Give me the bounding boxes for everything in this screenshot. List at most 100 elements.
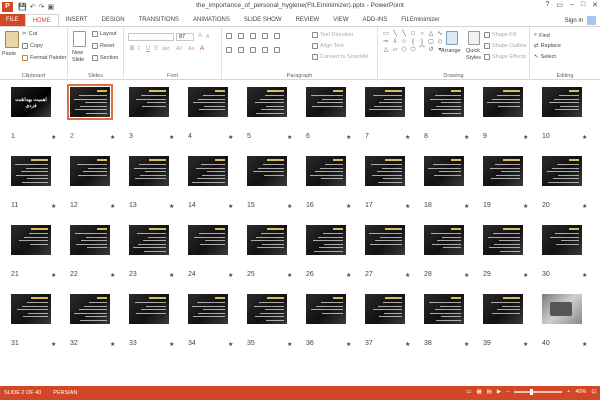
zoom-in-button[interactable]: + [567, 389, 570, 395]
numbering-icon[interactable] [238, 33, 244, 39]
slide-thumbnail[interactable] [129, 294, 169, 324]
transition-star-icon[interactable]: ★ [228, 272, 233, 279]
slide-thumbnail[interactable] [188, 294, 228, 324]
character-spacing-button[interactable]: AV [176, 46, 182, 52]
columns-icon[interactable] [274, 47, 280, 53]
transition-star-icon[interactable]: ★ [110, 341, 115, 348]
slide-thumbnail[interactable] [542, 294, 582, 324]
shape-b-icon[interactable]: ▱ [391, 47, 399, 54]
align-center-icon[interactable] [238, 47, 244, 53]
slide-thumbnail[interactable] [483, 156, 523, 186]
slide-thumbnail[interactable] [424, 87, 464, 117]
zoom-slider[interactable] [514, 389, 563, 395]
transition-star-icon[interactable]: ★ [464, 203, 469, 210]
maximize-button[interactable]: □ [581, 1, 585, 9]
transition-star-icon[interactable]: ★ [523, 341, 528, 348]
transition-star-icon[interactable]: ★ [287, 341, 292, 348]
transition-star-icon[interactable]: ★ [405, 272, 410, 279]
shape-fill-button[interactable]: Shape Fill [484, 32, 516, 38]
cut-button[interactable]: ✂ Cut [22, 31, 37, 37]
slide-thumbnail[interactable] [306, 156, 346, 186]
shrink-font-icon[interactable]: A [206, 34, 209, 40]
tab-animations[interactable]: ANIMATIONS [186, 14, 237, 26]
slide-thumbnail[interactable] [483, 225, 523, 255]
bullets-icon[interactable] [226, 33, 232, 39]
shape-e-icon[interactable]: ⌒ [418, 47, 426, 54]
shape-line2-icon[interactable]: ╲ [400, 31, 408, 38]
zoom-slider-thumb[interactable] [530, 389, 534, 395]
shape-effects-button[interactable]: Shape Effects [484, 54, 526, 60]
fit-slide-icon[interactable]: ⊡ [591, 389, 596, 395]
zoom-level[interactable]: 40% [575, 389, 586, 395]
section-button[interactable]: Section [92, 55, 118, 61]
slide-thumbnail[interactable] [70, 294, 110, 324]
transition-star-icon[interactable]: ★ [228, 341, 233, 348]
slide-thumbnail[interactable] [247, 156, 287, 186]
tab-file[interactable]: FILE [0, 14, 25, 26]
shape-arrow2-icon[interactable]: ⇩ [391, 39, 399, 46]
start-slideshow-icon[interactable]: ▣ [47, 3, 54, 11]
undo-icon[interactable]: ↶ [30, 3, 36, 11]
slide-thumbnail[interactable] [542, 225, 582, 255]
slide-thumbnail[interactable] [188, 225, 228, 255]
shape-d-icon[interactable]: ⬡ [409, 47, 417, 54]
slide-thumbnail[interactable]: اهمیت بهداشت فردی [11, 87, 51, 117]
transition-star-icon[interactable]: ★ [287, 203, 292, 210]
transition-star-icon[interactable]: ★ [346, 203, 351, 210]
strikethrough-button[interactable]: S [154, 46, 158, 52]
select-button[interactable]: ↖ Select [534, 54, 556, 60]
transition-star-icon[interactable]: ★ [51, 134, 56, 141]
transition-star-icon[interactable]: ★ [169, 203, 174, 210]
underline-button[interactable]: U [146, 46, 150, 52]
tab-home[interactable]: HOME [24, 14, 59, 26]
slide-thumbnail[interactable] [129, 87, 169, 117]
slide-thumbnail[interactable] [70, 225, 110, 255]
align-right-icon[interactable] [250, 47, 256, 53]
transition-star-icon[interactable]: ★ [110, 272, 115, 279]
reset-button[interactable]: Reset [92, 43, 114, 49]
transition-star-icon[interactable]: ★ [169, 134, 174, 141]
italic-button[interactable]: I [138, 46, 140, 52]
transition-star-icon[interactable]: ★ [405, 341, 410, 348]
tab-view[interactable]: VIEW [326, 14, 355, 26]
paste-icon[interactable] [5, 31, 19, 48]
shape-c-icon[interactable]: ⬠ [400, 47, 408, 54]
justify-icon[interactable] [262, 47, 268, 53]
slide-thumbnail[interactable] [365, 87, 405, 117]
transition-star-icon[interactable]: ★ [51, 341, 56, 348]
transition-star-icon[interactable]: ★ [464, 341, 469, 348]
convert-smartart-button[interactable]: Convert to SmartArt [312, 54, 369, 60]
slide-thumbnail[interactable] [365, 225, 405, 255]
text-shadow-button[interactable]: abc [162, 46, 170, 52]
slide-thumbnail[interactable] [483, 87, 523, 117]
new-slide-button[interactable]: New [72, 50, 83, 56]
slide-thumbnail[interactable] [306, 87, 346, 117]
align-text-button[interactable]: Align Text [312, 43, 344, 49]
transition-star-icon[interactable]: ★ [346, 341, 351, 348]
sorter-view-icon[interactable]: ▦ [476, 389, 481, 395]
slide-thumbnail[interactable] [306, 294, 346, 324]
shape-rect-icon[interactable]: □ [409, 31, 417, 38]
shape-rounded-icon[interactable]: ▢ [427, 39, 435, 46]
slide-thumbnail[interactable] [129, 156, 169, 186]
tab-design[interactable]: DESIGN [95, 14, 132, 26]
transition-star-icon[interactable]: ★ [51, 272, 56, 279]
shape-outline-button[interactable]: Shape Outline [484, 43, 527, 49]
shape-callout-icon[interactable]: ◇ [436, 39, 444, 46]
transition-star-icon[interactable]: ★ [405, 203, 410, 210]
layout-button[interactable]: Layout [92, 31, 117, 37]
zoom-out-button[interactable]: – [506, 389, 509, 395]
help-button[interactable]: ? [545, 1, 549, 9]
ribbon-display-button[interactable]: ▭ [556, 1, 563, 9]
slide-thumbnail[interactable] [542, 87, 582, 117]
shape-oval-icon[interactable]: ○ [418, 31, 426, 38]
transition-star-icon[interactable]: ★ [346, 272, 351, 279]
shape-a-icon[interactable]: △ [382, 47, 390, 54]
transition-star-icon[interactable]: ★ [228, 203, 233, 210]
transition-star-icon[interactable]: ★ [582, 272, 587, 279]
transition-star-icon[interactable]: ★ [169, 341, 174, 348]
transition-star-icon[interactable]: ★ [110, 134, 115, 141]
save-icon[interactable]: 💾 [18, 3, 27, 11]
transition-star-icon[interactable]: ★ [405, 134, 410, 141]
shapes-gallery[interactable]: ▭ ╲ ╲ □ ○ △ ∿ ⇨ ⇩ ☆{} ▢ ◇ △ ▱ ⬠ ⬡ ⌒ ↺ ▾ [382, 31, 444, 54]
